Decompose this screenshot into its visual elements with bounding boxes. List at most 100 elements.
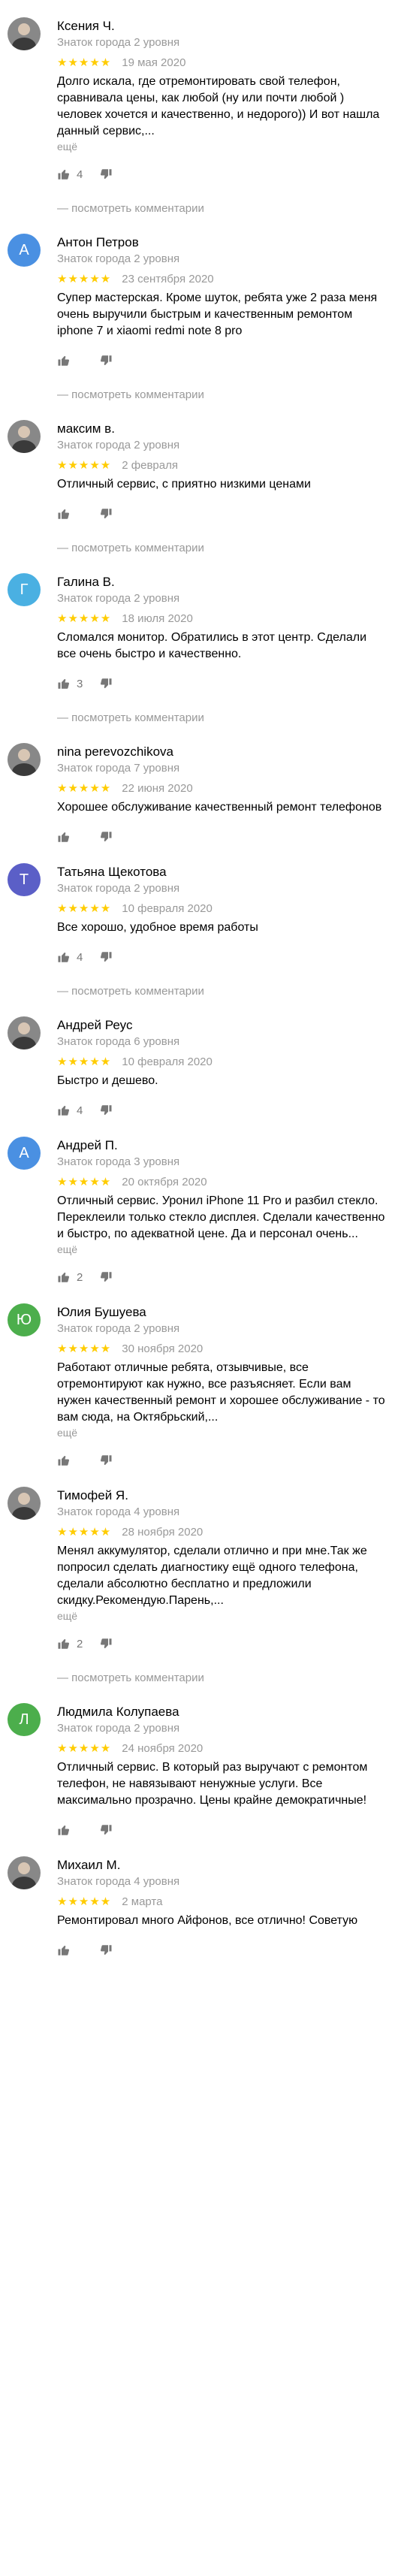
review-card: Ю Юлия Бушуева Знаток города 2 уровня ★★…	[0, 1286, 404, 1469]
dislike-button[interactable]	[99, 950, 113, 964]
review-actions: 2	[57, 1268, 387, 1286]
more-link[interactable]: ещё	[57, 1609, 387, 1623]
like-button[interactable]: 2	[57, 1637, 84, 1650]
like-button[interactable]: 4	[57, 950, 84, 964]
view-comments-link[interactable]: — посмотреть комментарии	[57, 388, 387, 403]
avatar-photo-body	[12, 38, 36, 50]
reviewer-level: Знаток города 2 уровня	[57, 1722, 180, 1735]
dislike-button[interactable]	[99, 1270, 113, 1284]
rating-row: ★★★★★ 22 июня 2020	[57, 780, 387, 796]
thumbs-up-icon	[58, 1456, 70, 1466]
rating-row: ★★★★★ 10 февраля 2020	[57, 1053, 387, 1070]
dislike-button[interactable]	[99, 830, 113, 844]
reviewer-name[interactable]: Татьяна Щекотова	[57, 864, 387, 880]
reviewer-name[interactable]: максим в.	[57, 421, 387, 437]
like-button[interactable]: 4	[57, 1104, 84, 1117]
avatar-photo-head	[18, 23, 30, 35]
dislike-button[interactable]	[99, 677, 113, 690]
dislike-button[interactable]	[99, 354, 113, 367]
reviewer-name[interactable]: Тимофей Я.	[57, 1487, 387, 1504]
like-count: 3	[77, 677, 83, 690]
reviews-list: Ксения Ч. Знаток города 2 уровня ★★★★★ 1…	[0, 0, 404, 1959]
reviewer-name[interactable]: nina perevozchikova	[57, 744, 387, 760]
avatar[interactable]	[8, 743, 41, 776]
review-actions	[57, 828, 387, 846]
avatar[interactable]: Л	[8, 1703, 41, 1736]
more-link[interactable]: ещё	[57, 1426, 387, 1439]
reviewer-name[interactable]: Людмила Колупаева	[57, 1704, 387, 1720]
avatar-photo-body	[12, 440, 36, 453]
review-date: 22 июня 2020	[122, 781, 193, 795]
thumbs-up-icon	[58, 1106, 70, 1116]
dislike-button[interactable]	[99, 1454, 113, 1467]
view-comments-link[interactable]: — посмотреть комментарии	[57, 541, 387, 556]
avatar[interactable]	[8, 1016, 41, 1049]
reviewer-name[interactable]: Михаил М.	[57, 1857, 387, 1874]
avatar[interactable]: Г	[8, 573, 41, 606]
review-date: 10 февраля 2020	[122, 1055, 213, 1068]
thumbs-down-icon	[100, 355, 112, 365]
view-comments-link[interactable]: — посмотреть комментарии	[57, 1671, 387, 1686]
thumbs-down-icon	[100, 1105, 112, 1115]
like-count: 4	[77, 168, 83, 181]
avatar[interactable]: Ю	[8, 1303, 41, 1336]
review-card: Михаил М. Знаток города 4 уровня ★★★★★ 2…	[0, 1839, 404, 1959]
like-button[interactable]	[57, 507, 84, 521]
like-button[interactable]	[57, 1823, 84, 1837]
dislike-button[interactable]	[99, 507, 113, 521]
rating-stars: ★★★★★	[57, 273, 112, 285]
reviewer-level: Знаток города 2 уровня	[57, 439, 180, 451]
avatar-photo-head	[18, 1022, 30, 1034]
dislike-button[interactable]	[99, 1637, 113, 1650]
reviewer-name[interactable]: Галина В.	[57, 574, 387, 590]
review-card: Т Татьяна Щекотова Знаток города 2 уровн…	[0, 846, 404, 999]
review-card: А Андрей П. Знаток города 3 уровня ★★★★★…	[0, 1119, 404, 1286]
dislike-button[interactable]	[99, 1823, 113, 1837]
reviewer-name[interactable]: Андрей П.	[57, 1137, 387, 1154]
avatar[interactable]	[8, 17, 41, 50]
rating-stars: ★★★★★	[57, 56, 112, 69]
view-comments-link[interactable]: — посмотреть комментарии	[57, 201, 387, 216]
reviewer-name[interactable]: Андрей Реус	[57, 1017, 387, 1034]
review-text: Отличный сервис. В который раз выручают …	[57, 1761, 368, 1807]
like-button[interactable]	[57, 354, 84, 367]
avatar[interactable]	[8, 420, 41, 453]
like-button[interactable]	[57, 830, 84, 844]
review-card: Тимофей Я. Знаток города 4 уровня ★★★★★ …	[0, 1469, 404, 1686]
reviewer-level: Знаток города 2 уровня	[57, 592, 180, 605]
view-comments-link[interactable]: — посмотреть комментарии	[57, 984, 387, 999]
review-actions	[57, 352, 387, 370]
avatar[interactable]: А	[8, 234, 41, 267]
like-button[interactable]: 2	[57, 1270, 84, 1284]
dislike-button[interactable]	[99, 1943, 113, 1957]
reviewer-name[interactable]: Антон Петров	[57, 234, 387, 251]
review-actions	[57, 1941, 387, 1959]
review-date: 2 марта	[122, 1895, 163, 1908]
reviewer-name[interactable]: Юлия Бушуева	[57, 1304, 387, 1321]
like-button[interactable]	[57, 1454, 84, 1467]
avatar[interactable]	[8, 1856, 41, 1889]
rating-stars: ★★★★★	[57, 1055, 112, 1068]
thumbs-up-icon	[58, 1826, 70, 1835]
review-text: Сломался монитор. Обратились в этот цент…	[57, 631, 367, 660]
rating-stars: ★★★★★	[57, 1342, 112, 1355]
like-button[interactable]	[57, 1943, 84, 1957]
more-link[interactable]: ещё	[57, 1243, 387, 1256]
more-link[interactable]: ещё	[57, 140, 387, 153]
avatar[interactable]: Т	[8, 863, 41, 896]
rating-row: ★★★★★ 23 сентября 2020	[57, 270, 387, 287]
dislike-button[interactable]	[99, 1104, 113, 1117]
like-button[interactable]: 3	[57, 677, 84, 690]
review-text: Менял аккумулятор, сделали отлично и при…	[57, 1545, 367, 1607]
avatar[interactable]	[8, 1487, 41, 1520]
dislike-button[interactable]	[99, 168, 113, 181]
like-button[interactable]: 4	[57, 168, 84, 181]
reviewer-name[interactable]: Ксения Ч.	[57, 18, 387, 35]
rating-row: ★★★★★ 24 ноября 2020	[57, 1740, 387, 1756]
thumbs-up-icon	[58, 832, 70, 842]
review-actions	[57, 505, 387, 523]
view-comments-link[interactable]: — посмотреть комментарии	[57, 711, 387, 726]
thumbs-down-icon	[100, 509, 112, 518]
avatar-photo-head	[18, 1862, 30, 1874]
avatar[interactable]: А	[8, 1137, 41, 1170]
